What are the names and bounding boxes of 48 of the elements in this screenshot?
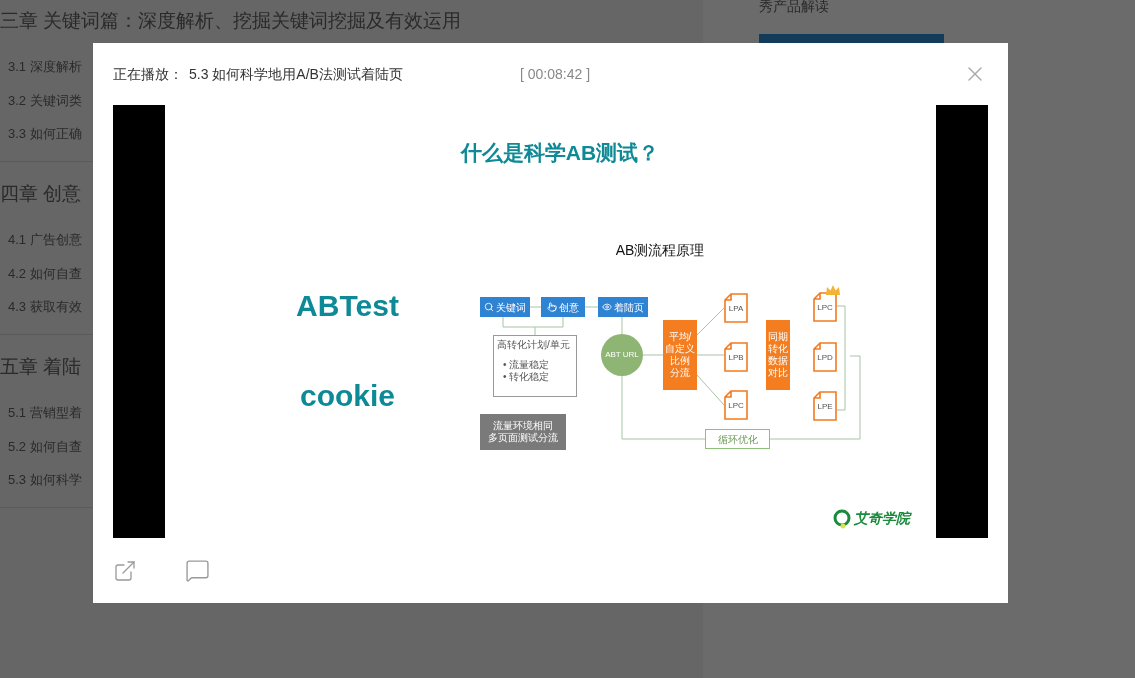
chapter-title: 三章 关键词篇：深度解析、挖掘关键词挖掘及有效运用: [0, 8, 462, 33]
diagram-title: AB测流程原理: [614, 241, 706, 260]
page-variant: LPD: [813, 342, 837, 372]
page-variant: LPE: [813, 391, 837, 421]
term-text: cookie: [298, 381, 396, 411]
now-playing-label: 正在播放：: [113, 64, 183, 84]
compare-bar: 同期 转化 数据 对比: [766, 320, 790, 390]
share-icon: [113, 558, 137, 583]
comment-button[interactable]: [184, 558, 210, 583]
timestamp: [ 00:08:42 ]: [520, 64, 591, 84]
connector-line: [502, 316, 564, 336]
split-bar: 平均/ 自定义 比例 分流: [663, 320, 697, 390]
logo: 艾奇学院: [832, 508, 910, 529]
plan-box: 高转化计划/单元 • 流量稳定 • 转化稳定: [493, 335, 577, 397]
chapter-title: 五章 着陆: [0, 354, 82, 379]
page-variant: LPC: [813, 292, 837, 322]
lesson-link[interactable]: 3.2 关键词类: [8, 83, 82, 117]
lesson-link[interactable]: 4.2 如何自查: [8, 256, 82, 290]
lesson-link[interactable]: 5.2 如何自查: [8, 429, 82, 463]
connector-line: [529, 306, 542, 308]
flow-step: 着陆页: [598, 297, 648, 317]
connector-line: [642, 354, 664, 356]
comment-icon: [184, 558, 210, 583]
loop-box: 循环优化: [705, 429, 770, 449]
product-text: 秀产品解读: [759, 0, 829, 16]
traffic-note: 流量环境相同 多页面测试分流: [480, 414, 566, 450]
flow-step: 创意: [541, 297, 585, 317]
lesson-link[interactable]: 4.1 广告创意: [8, 223, 82, 257]
connector-line: [621, 316, 623, 335]
eye-icon: [602, 302, 612, 312]
connector-line: [584, 306, 599, 308]
abt-url-node: ABT URL: [601, 334, 643, 376]
lesson-link[interactable]: 5.3 如何科学: [8, 463, 82, 497]
connector-line: [696, 354, 725, 356]
chapter-title: 四章 创意: [0, 181, 82, 206]
lesson-link[interactable]: 3.3 如何正确: [8, 117, 82, 151]
term-text: ABTest: [295, 291, 400, 321]
page-variant: LPC: [724, 390, 748, 420]
search-icon: [484, 302, 494, 312]
share-button[interactable]: [113, 558, 137, 583]
lesson-link[interactable]: 3.1 深度解析: [8, 50, 82, 84]
page-variant: LPB: [724, 342, 748, 372]
page-variant: LPA: [724, 293, 748, 323]
slide-title: 什么是科学AB测试？: [459, 140, 661, 166]
connector-line: [696, 307, 725, 336]
flow-step: 关键词: [480, 297, 530, 317]
lesson-title: 5.3 如何科学地用A/B法测试着陆页: [189, 64, 403, 84]
hand-icon: [547, 302, 557, 312]
